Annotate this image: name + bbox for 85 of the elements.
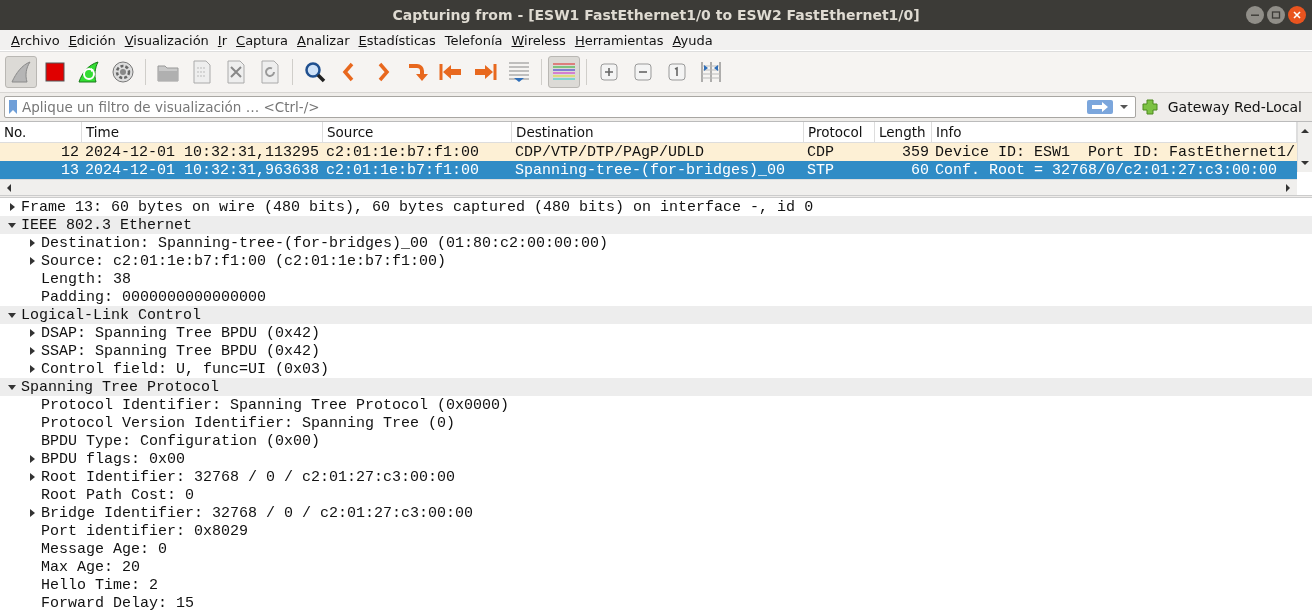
tree-item[interactable]: Protocol Version Identifier: Spanning Tree (0) [41, 414, 456, 432]
horizontal-scrollbar[interactable] [0, 179, 1297, 195]
expand-arrow-icon[interactable] [27, 508, 37, 518]
tree-item[interactable]: Root Identifier: 32768 / 0 / c2:01:27:c3:00:00 [41, 468, 456, 486]
bookmark-icon [8, 99, 18, 115]
table-cell-text: STP [806, 161, 835, 179]
column-header[interactable]: Protocol [804, 122, 875, 142]
expand-arrow-icon[interactable] [27, 346, 37, 356]
expand-arrow-icon[interactable] [27, 454, 37, 464]
menu-item[interactable]: Captura [236, 32, 288, 48]
column-header[interactable]: Length [875, 122, 932, 142]
filter-input[interactable]: Aplique un filtro de visualización … <Ctrl-/> [22, 99, 1083, 115]
close-icon [1292, 10, 1302, 20]
tree-item[interactable]: DSAP: Spanning Tree BPDU (0x42) [41, 324, 321, 342]
close-button[interactable] [1288, 6, 1306, 24]
tree-item[interactable]: BPDU Type: Configuration (0x00) [41, 432, 321, 450]
tree-item[interactable]: Padding: 0000000000000000 [41, 288, 267, 306]
tree-item[interactable]: Root Path Cost: 0 [41, 486, 195, 504]
column-header[interactable]: Destination [512, 122, 804, 142]
add-icon[interactable] [1141, 99, 1158, 115]
menu-item[interactable]: Herramientas [574, 32, 664, 48]
menu-item[interactable]: Archivo [11, 32, 60, 48]
table-cell-text: 2024-12-01 10:32:31,963638 [84, 161, 321, 179]
collapse-arrow-icon[interactable] [7, 220, 17, 230]
tree-item[interactable]: Max Age: 20 [41, 558, 141, 576]
table-cell-text: c2:01:1e:b7:f1:00 [325, 143, 481, 161]
expand-arrow-icon[interactable] [27, 238, 37, 248]
menu-item[interactable]: Estadísticas [358, 32, 436, 48]
tree-item[interactable]: Hello Time: 2 [41, 576, 159, 594]
tree-item[interactable]: Control field: U, func=UI (0x03) [41, 360, 330, 378]
menu-item[interactable]: Ir [217, 32, 228, 48]
colorize-icon[interactable] [548, 56, 580, 88]
menu-item[interactable]: Visualización [124, 32, 209, 48]
display-filter-field[interactable]: Aplique un filtro de visualización … <Ctrl-/> [4, 96, 1136, 118]
filter-button[interactable]: Gateway Red-Local [1163, 99, 1308, 115]
tree-item[interactable]: Source: c2:01:1e:b7:f1:00 (c2:01:1e:b7:f1:00) [41, 252, 447, 270]
tree-item[interactable]: Logical-Link Control [21, 306, 202, 324]
tree-item[interactable]: Length: 38 [41, 270, 131, 288]
menu-item[interactable]: Analizar [297, 32, 350, 48]
window-title: Capturing from - [ESW1 FastEthernet1/0 to ESW2 FastEthernet1/0] [392, 7, 920, 23]
expand-arrow-icon[interactable] [27, 364, 37, 374]
vertical-scrollbar[interactable] [1297, 122, 1312, 172]
tree-item[interactable]: Bridge Identifier: 32768 / 0 / c2:01:27:c3:00:00 [41, 504, 474, 522]
table-cell-text: CDP/VTP/DTP/PAgP/UDLD [514, 143, 706, 161]
tree-item[interactable]: Spanning Tree Protocol [21, 378, 220, 396]
column-header[interactable]: No. [0, 122, 82, 142]
scroll-up-icon[interactable] [1299, 126, 1311, 136]
menu-item[interactable]: Wireless [511, 32, 566, 48]
scroll-down-icon[interactable] [1299, 158, 1311, 168]
scroll-right-icon[interactable] [1283, 181, 1293, 194]
table-cell-text: 13 [60, 161, 80, 179]
tree-item[interactable]: Destination: Spanning-tree-(for-bridges)_00 (01:80:c2:00:00:00) [41, 234, 609, 252]
tree-item[interactable]: Frame 13: 60 bytes on wire (480 bits), 60 bytes captured (480 bits) on interface -, id 0 [21, 198, 814, 216]
tree-item[interactable]: IEEE 802.3 Ethernet [21, 216, 193, 234]
table-cell-text: 12 [60, 143, 80, 161]
table-cell-text: 359 [901, 143, 930, 161]
collapse-arrow-icon[interactable] [7, 382, 17, 392]
maximize-button[interactable] [1267, 6, 1285, 24]
table-cell-text: 60 [910, 161, 930, 179]
table-cell-text: Conf. Root = 32768/0/c2:01:27:c3:00:00 [934, 161, 1279, 179]
tree-item[interactable]: SSAP: Spanning Tree BPDU (0x42) [41, 342, 321, 360]
column-header[interactable]: Time [82, 122, 323, 142]
tree-item[interactable]: Protocol Identifier: Spanning Tree Protocol (0x0000) [41, 396, 510, 414]
expand-arrow-icon[interactable] [7, 202, 17, 212]
column-header[interactable]: Source [323, 122, 512, 142]
tree-item[interactable]: Message Age: 0 [41, 540, 168, 558]
table-cell-text: Device ID: ESW1 Port ID: FastEthernet1/ [934, 143, 1297, 161]
table-cell-text: CDP [806, 143, 835, 161]
tree-item[interactable]: BPDU flags: 0x00 [41, 450, 186, 468]
menu-item[interactable]: Ayuda [672, 32, 713, 48]
maximize-icon [1271, 10, 1281, 20]
expand-arrow-icon[interactable] [27, 256, 37, 266]
expand-arrow-icon[interactable] [27, 472, 37, 482]
menu-item[interactable]: Edición [68, 32, 116, 48]
collapse-arrow-icon[interactable] [7, 310, 17, 320]
table-cell-text: c2:01:1e:b7:f1:00 [325, 161, 481, 179]
tree-item[interactable]: Port identifier: 0x8029 [41, 522, 249, 540]
minimize-button[interactable] [1246, 6, 1264, 24]
table-cell-text: 2024-12-01 10:32:31,113295 [84, 143, 321, 161]
table-cell-text: Spanning-tree-(for-bridges)_00 [514, 161, 787, 179]
expand-arrow-icon[interactable] [27, 328, 37, 338]
tree-item[interactable]: Forward Delay: 15 [41, 594, 195, 612]
packet-row[interactable]: 12 2024-12-01 10:32:31,113295 c2:01:1e:b7:f1:00 CDP/VTP/DTP/PAgP/UDLD CDP 359 Device ID: ESW1 Port ID: FastEthernet1/ [0, 143, 1297, 161]
packet-row[interactable]: 13 2024-12-01 10:32:31,963638 c2:01:1e:b7:f1:00 Spanning-tree-(for-bridges)_00 STP 60 Conf. Root = 32768/0/c2:01:27:c3:00:00 [0, 161, 1297, 179]
menu-item[interactable]: Telefonía [444, 32, 503, 48]
